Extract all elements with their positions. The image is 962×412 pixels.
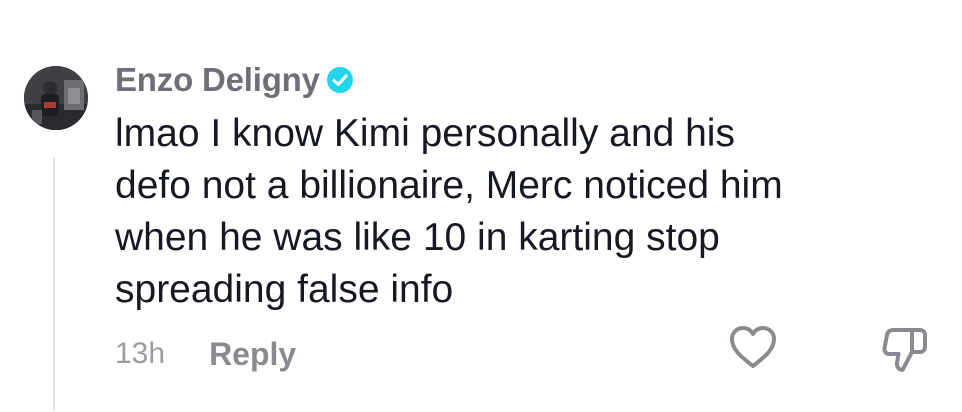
like-button[interactable] [728,324,778,370]
username[interactable]: Enzo Deligny [115,61,320,99]
comment-item: Enzo Deligny lmao I know Kimi personally… [0,0,962,412]
heart-icon [730,326,776,368]
dislike-button[interactable] [880,324,930,374]
thumbs-down-icon [882,328,927,372]
comment-text: lmao I know Kimi personally and his defo… [115,112,783,311]
comment-meta: 13h Reply [115,334,296,374]
verified-badge-icon [326,66,354,94]
username-row: Enzo Deligny [115,60,354,100]
avatar-image [24,66,88,130]
reply-button[interactable]: Reply [209,336,296,373]
avatar[interactable] [24,66,88,130]
timestamp: 13h [115,337,166,370]
thread-line [53,158,55,410]
